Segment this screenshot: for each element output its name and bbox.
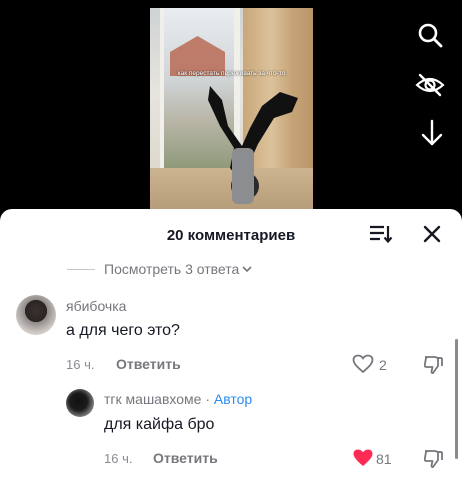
heart-outline-icon[interactable] [352, 354, 374, 374]
commenter-avatar[interactable] [16, 295, 56, 335]
download-arrow-icon[interactable] [417, 118, 447, 148]
reply-separator: · [201, 391, 214, 407]
eye-off-icon[interactable] [415, 70, 445, 100]
dislike-icon[interactable] [422, 448, 444, 470]
view-replies-divider [67, 268, 95, 270]
chevron-down-icon [242, 266, 252, 273]
comment-time: 16 ч. [66, 357, 95, 372]
video-caption: как перестать переживать за что-то [177, 70, 286, 77]
comment-like-count: 2 [379, 357, 387, 373]
view-replies-label: Посмотреть 3 ответа [104, 261, 240, 277]
video-thumbnail[interactable]: как перестать переживать за что-то [150, 8, 313, 216]
search-icon[interactable] [415, 20, 445, 50]
reply-avatar[interactable] [66, 389, 94, 417]
view-replies-button[interactable]: Посмотреть 3 ответа [67, 260, 252, 278]
video-person-figure [208, 86, 298, 204]
reply-username[interactable]: тгк машавхоме [104, 391, 201, 407]
reply-time: 16 ч. [104, 451, 133, 466]
close-icon [423, 225, 441, 243]
comments-sheet: 20 комментариев Посмотреть 3 ответа ябиб… [0, 209, 462, 480]
heart-filled-icon[interactable] [352, 448, 374, 468]
comments-scrollbar[interactable] [455, 339, 458, 459]
sort-icon [370, 225, 393, 244]
reply-reply-button[interactable]: Ответить [153, 450, 218, 466]
reply-text: для кайфа бро [104, 416, 215, 433]
reply-username-line: тгк машавхоме · Автор [104, 391, 252, 407]
author-badge: Автор [213, 391, 253, 407]
reply-like-count: 81 [376, 451, 392, 467]
video-area[interactable]: как перестать переживать за что-то [0, 0, 462, 216]
sort-comments-button[interactable] [368, 223, 394, 245]
comment-reply-button[interactable]: Ответить [116, 356, 181, 372]
dislike-icon[interactable] [422, 354, 444, 376]
close-comments-button[interactable] [420, 222, 444, 246]
comment-username[interactable]: ябибочка [66, 298, 126, 314]
comment-text: а для чего это? [66, 322, 180, 339]
